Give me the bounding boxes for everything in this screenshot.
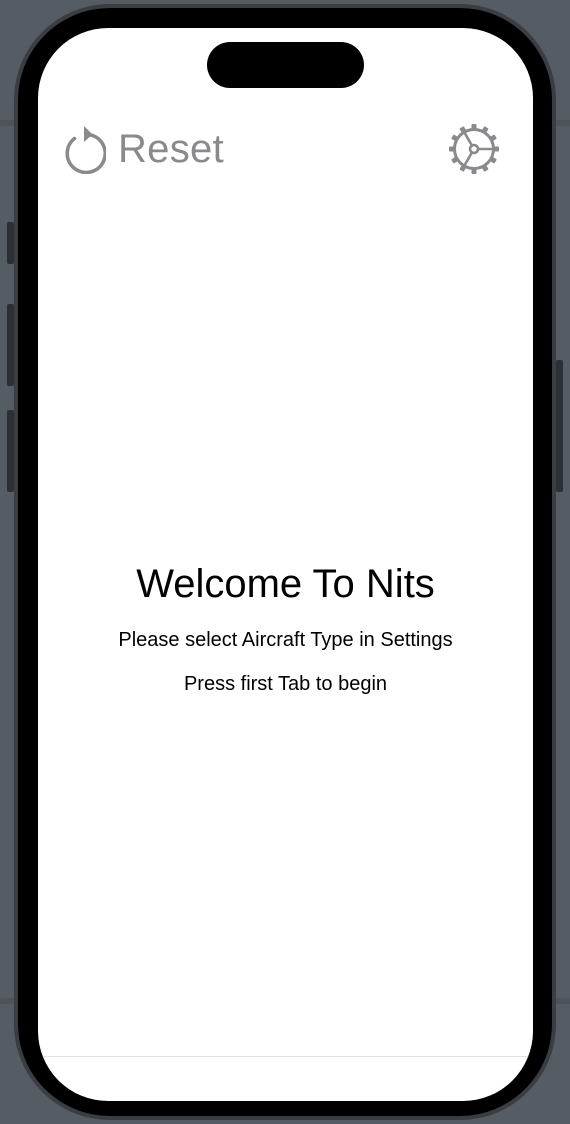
welcome-title: Welcome To Nits [136, 562, 435, 606]
reset-button[interactable]: Reset [60, 124, 224, 175]
gear-icon [448, 124, 500, 179]
welcome-section: Welcome To Nits Please select Aircraft T… [38, 558, 533, 696]
reset-label: Reset [118, 126, 224, 171]
instruction-press-tab: Press first Tab to begin [183, 673, 388, 695]
power-button [556, 360, 563, 492]
instruction-select-aircraft: Please select Aircraft Type in Settings [118, 629, 453, 651]
reset-arrow-icon [60, 124, 108, 175]
volume-down-button [7, 410, 14, 492]
app-screen: Reset Welcome To Nits Please select Airc… [38, 28, 533, 1101]
tab-bar-divider [38, 1056, 533, 1057]
settings-button[interactable] [448, 123, 500, 175]
dynamic-island [207, 42, 364, 88]
volume-up-button [7, 304, 14, 386]
action-button [7, 222, 14, 264]
